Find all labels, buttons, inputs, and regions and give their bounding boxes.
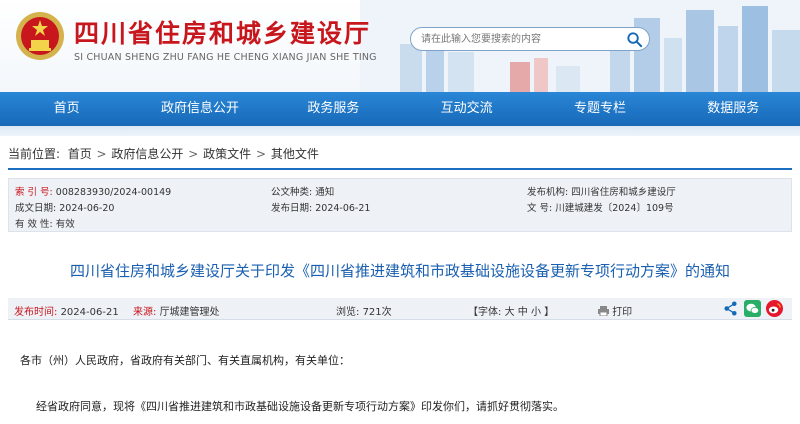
nav-item-home[interactable]: 首页 <box>0 92 133 126</box>
breadcrumb-divider <box>8 168 792 170</box>
site-header: 四川省住房和城乡建设厅 SI CHUAN SHENG ZHU FANG HE C… <box>0 0 800 92</box>
article-salutation: 各市（州）人民政府，省政府有关部门、有关直属机构，有关单位： <box>20 354 350 367</box>
article-info-bar: 发布时间: 2024-06-21 来源: 厅城建管理处 浏览: 721次 【字体… <box>8 298 792 320</box>
meta-category: 公文种类: 通知 <box>271 187 335 198</box>
search-box <box>410 27 650 51</box>
search-input[interactable] <box>421 31 621 47</box>
font-large-button[interactable]: 大 <box>505 307 515 318</box>
nav-shadow-band <box>0 126 800 136</box>
meta-created: 成文日期: 2024-06-20 <box>15 203 115 214</box>
breadcrumb-other-docs[interactable]: 其他文件 <box>271 147 319 161</box>
nav-item-gov-info[interactable]: 政府信息公开 <box>133 92 266 126</box>
article-source: 来源: 厅城建管理处 <box>133 307 220 318</box>
search-icon[interactable] <box>626 31 643 48</box>
font-size-switcher: 【字体: 大 中 小 】 <box>468 307 555 318</box>
national-emblem-icon <box>16 12 64 60</box>
breadcrumb-policy-docs[interactable]: 政策文件 <box>203 147 251 161</box>
weibo-icon[interactable] <box>766 300 783 317</box>
nav-item-data-services[interactable]: 数据服务 <box>667 92 800 126</box>
meta-index: 索 引 号: 008283930/2024-00149 <box>15 187 172 198</box>
breadcrumb-separator: > <box>96 147 107 161</box>
meta-docno: 文 号: 川建城建发〔2024〕109号 <box>527 203 674 214</box>
site-title: 四川省住房和城乡建设厅 <box>74 19 372 48</box>
article-paragraph: 经省政府同意，现将《四川省推进建筑和市政基础设施设备更新专项行动方案》印发你们，… <box>36 400 564 413</box>
document-meta: 索 引 号: 008283930/2024-00149 公文种类: 通知 发布机… <box>8 178 792 232</box>
view-count: 浏览: 721次 <box>336 307 392 318</box>
main-nav: 首页 政府信息公开 政务服务 互动交流 专题专栏 数据服务 <box>0 92 800 126</box>
breadcrumb-separator: > <box>188 147 199 161</box>
breadcrumb-label: 当前位置: <box>8 147 61 161</box>
meta-issuer: 发布机构: 四川省住房和城乡建设厅 <box>527 187 676 198</box>
nav-item-interaction[interactable]: 互动交流 <box>400 92 533 126</box>
nav-item-topics[interactable]: 专题专栏 <box>533 92 666 126</box>
share-icon[interactable] <box>722 300 739 317</box>
breadcrumb: 当前位置: 首页 > 政府信息公开 > 政策文件 > 其他文件 <box>8 140 792 168</box>
font-small-button[interactable]: 小 <box>531 307 541 318</box>
meta-validity: 有 效 性: 有效 <box>15 219 75 230</box>
font-medium-button[interactable]: 中 <box>518 307 528 318</box>
meta-published: 发布日期: 2024-06-21 <box>271 203 371 214</box>
breadcrumb-separator: > <box>256 147 267 161</box>
breadcrumb-gov-info[interactable]: 政府信息公开 <box>111 147 183 161</box>
publish-time: 发布时间: 2024-06-21 <box>14 307 119 318</box>
nav-item-gov-services[interactable]: 政务服务 <box>267 92 400 126</box>
breadcrumb-home[interactable]: 首页 <box>68 147 92 161</box>
printer-icon <box>598 306 609 317</box>
site-subtitle: SI CHUAN SHENG ZHU FANG HE CHENG XIANG J… <box>74 52 377 63</box>
wechat-icon[interactable] <box>744 300 761 317</box>
print-button[interactable]: 打印 <box>598 303 632 318</box>
article-title: 四川省住房和城乡建设厅关于印发《四川省推进建筑和市政基础设施设备更新专项行动方案… <box>69 262 730 280</box>
